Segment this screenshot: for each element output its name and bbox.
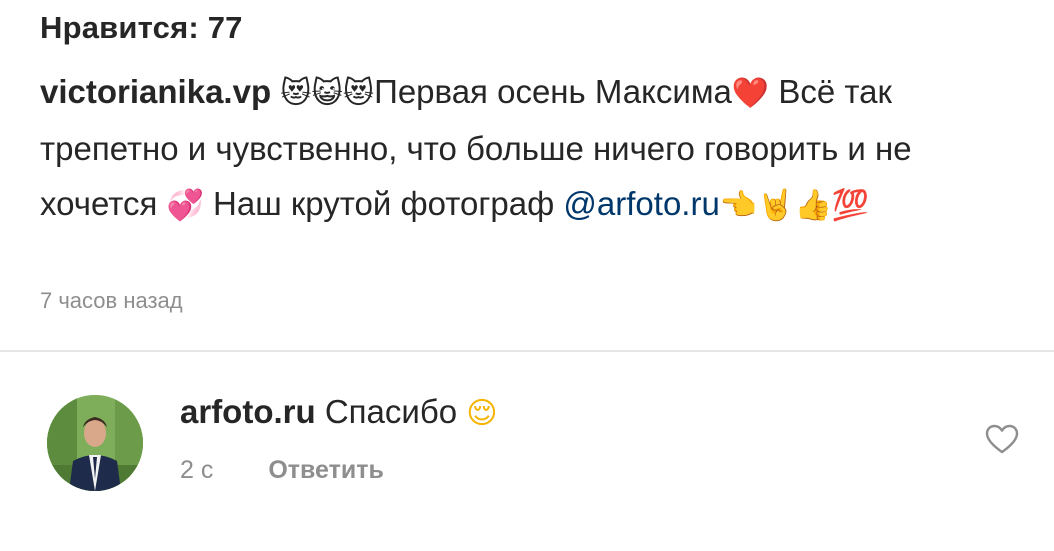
- cat-emoji: 😻😺😻: [280, 76, 375, 111]
- heart-outline-icon[interactable]: [984, 423, 1020, 455]
- caption-author[interactable]: victorianika.vp: [40, 73, 271, 110]
- post-caption: victorianika.vp 😻😺😻Первая осень Максима❤…: [40, 64, 1030, 233]
- red-heart-emoji: ❤️: [731, 76, 770, 111]
- reply-meta: 2 с Ответить: [180, 456, 384, 485]
- two-hearts-emoji: 💞: [166, 188, 204, 223]
- reply-author[interactable]: arfoto.ru: [180, 393, 316, 430]
- relieved-face-emoji: 😌: [466, 396, 498, 431]
- reply-text: Спасибо: [324, 393, 458, 430]
- photographer-mention[interactable]: @arfoto.ru: [563, 185, 719, 222]
- reply-comment: arfoto.ru Спасибо 😌: [180, 393, 498, 431]
- reply-time: 2 с: [180, 456, 214, 484]
- caption-text-3: Наш крутой фотограф: [203, 185, 564, 222]
- divider: [0, 350, 1054, 352]
- avatar-photo: [47, 395, 143, 491]
- caption-text-1: Первая осень Максима: [374, 73, 732, 110]
- likes-count[interactable]: Нравится: 77: [40, 10, 243, 46]
- avatar[interactable]: [47, 395, 143, 491]
- reply-button[interactable]: Ответить: [268, 456, 384, 484]
- post-timestamp: 7 часов назад: [40, 288, 183, 313]
- hand-emoji: 👈🤘👍💯: [719, 188, 870, 223]
